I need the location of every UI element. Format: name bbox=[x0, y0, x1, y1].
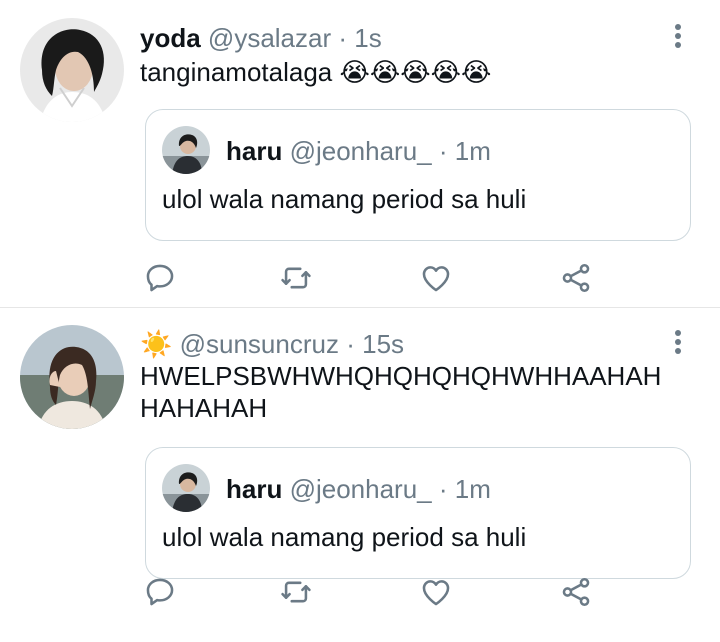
quoted-tweet[interactable]: haru @jeonharu_ · 1m ulol wala namang pe… bbox=[145, 447, 691, 579]
avatar[interactable] bbox=[20, 18, 124, 122]
more-icon[interactable] bbox=[674, 24, 682, 52]
handle[interactable]: @jeonharu_ bbox=[290, 474, 432, 504]
action-bar bbox=[140, 258, 610, 298]
display-name[interactable]: ☀️ bbox=[140, 329, 172, 359]
avatar-image bbox=[162, 126, 210, 174]
avatar-image bbox=[20, 18, 124, 122]
quote-text: ulol wala namang period sa huli bbox=[162, 522, 527, 552]
handle[interactable]: @jeonharu_ bbox=[290, 136, 432, 166]
avatar[interactable] bbox=[20, 325, 124, 429]
quote-header: haru @jeonharu_ · 1m bbox=[226, 473, 491, 505]
share-icon[interactable] bbox=[556, 572, 596, 612]
tweet[interactable]: ☀️ @sunsuncruz · 15s HWELPSBWHWHQHQHQHQH… bbox=[0, 308, 720, 642]
separator: · bbox=[346, 329, 355, 359]
tweet-header: ☀️ @sunsuncruz · 15s bbox=[140, 328, 404, 360]
timestamp[interactable]: 1m bbox=[455, 474, 491, 504]
separator: · bbox=[338, 23, 348, 53]
retweet-icon[interactable] bbox=[276, 258, 316, 298]
tweet-text: HWELPSBWHWHQHQHQHQHWHHAAHAH HAHAHAH bbox=[140, 361, 662, 423]
retweet-icon[interactable] bbox=[276, 572, 316, 612]
more-icon[interactable] bbox=[674, 330, 682, 358]
quote-text: ulol wala namang period sa huli bbox=[162, 184, 527, 214]
quote-header: haru @jeonharu_ · 1m bbox=[226, 135, 491, 167]
avatar-image bbox=[20, 325, 124, 429]
display-name[interactable]: yoda bbox=[140, 23, 201, 53]
timestamp[interactable]: 1m bbox=[455, 136, 491, 166]
display-name[interactable]: haru bbox=[226, 474, 282, 504]
handle[interactable]: @ysalazar bbox=[208, 23, 331, 53]
reply-icon[interactable] bbox=[140, 258, 180, 298]
timestamp[interactable]: 15s bbox=[362, 329, 404, 359]
reply-icon[interactable] bbox=[140, 572, 180, 612]
separator: · bbox=[438, 136, 448, 166]
action-bar bbox=[140, 572, 610, 612]
tweet[interactable]: yoda @ysalazar · 1s tanginamotalaga 😭😭😭😭… bbox=[0, 0, 720, 308]
avatar[interactable] bbox=[162, 126, 210, 174]
handle[interactable]: @sunsuncruz bbox=[180, 329, 339, 359]
like-icon[interactable] bbox=[416, 572, 456, 612]
separator: · bbox=[438, 474, 448, 504]
avatar-image bbox=[162, 464, 210, 512]
quoted-tweet[interactable]: haru @jeonharu_ · 1m ulol wala namang pe… bbox=[145, 109, 691, 241]
display-name[interactable]: haru bbox=[226, 136, 282, 166]
like-icon[interactable] bbox=[416, 258, 456, 298]
timestamp[interactable]: 1s bbox=[354, 23, 381, 53]
share-icon[interactable] bbox=[556, 258, 596, 298]
tweet-text: tanginamotalaga 😭😭😭😭😭 bbox=[140, 57, 492, 87]
avatar[interactable] bbox=[162, 464, 210, 512]
tweet-header: yoda @ysalazar · 1s bbox=[140, 22, 382, 54]
